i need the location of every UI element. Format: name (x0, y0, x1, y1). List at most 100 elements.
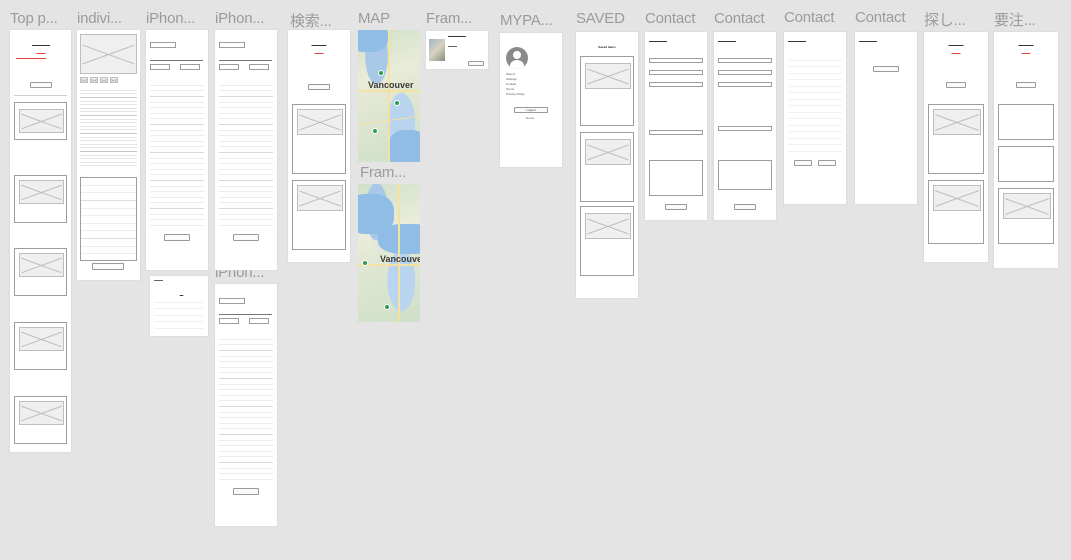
filter-checkbox-list[interactable] (219, 334, 273, 484)
saved-card-1[interactable] (580, 56, 634, 126)
filter-checkbox-list[interactable] (150, 80, 204, 230)
thumbnail[interactable] (90, 77, 98, 83)
frame-individual[interactable] (77, 30, 140, 280)
search-result-card-2[interactable] (292, 180, 346, 250)
frame-search[interactable]: ▬▬▬▬▬ ▬▬▬ (288, 30, 350, 262)
frame-top-card-3[interactable] (14, 248, 67, 296)
frame-saved[interactable]: Saved Items (576, 32, 638, 298)
yochu-card-3[interactable] (998, 188, 1054, 244)
yochu-card-2[interactable] (998, 146, 1054, 182)
frame-label-contact-4[interactable]: Contact (855, 9, 905, 26)
date-field[interactable] (718, 126, 772, 131)
frame-label-contact-2[interactable]: Contact (714, 10, 764, 27)
frame-top-page[interactable]: ▬▬▬▬▬▬ ▬▬▬ ▬▬▬▬▬▬▬▬▬▬ (10, 30, 71, 452)
max-input[interactable] (180, 64, 200, 70)
message-field[interactable] (649, 160, 703, 196)
map-frame-2[interactable]: Vancouver (358, 184, 420, 322)
send-button[interactable] (665, 204, 687, 210)
frame-label-search[interactable]: 検索... (290, 10, 332, 31)
frame-top-card-4[interactable] (14, 322, 67, 370)
frame-iphone-3[interactable] (215, 284, 277, 526)
search-button[interactable] (308, 84, 330, 90)
frame-iphone-2[interactable] (215, 30, 277, 270)
saved-card-3[interactable] (580, 206, 634, 276)
frame-label-yochu[interactable]: 要注... (994, 9, 1036, 30)
email-field[interactable] (649, 70, 703, 75)
frame-label-individual[interactable]: indivi... (77, 10, 122, 27)
submit-button[interactable] (818, 160, 836, 166)
listing-button[interactable] (468, 61, 484, 66)
frame-label-mypage[interactable]: MYPA... (500, 12, 553, 29)
frame-label-contact-1[interactable]: Contact (645, 10, 695, 27)
map-pin-icon[interactable] (378, 70, 384, 76)
max-input[interactable] (249, 318, 269, 324)
frame-top-card-2[interactable] (14, 175, 67, 223)
search-result-card-1[interactable] (292, 104, 346, 174)
name-field[interactable] (649, 58, 703, 63)
select-field[interactable] (219, 42, 245, 48)
map-frame[interactable]: Vancouver (358, 30, 420, 162)
date-field[interactable] (649, 130, 703, 135)
sagashi-search-button[interactable] (946, 82, 966, 88)
map-pin-icon[interactable] (362, 260, 368, 266)
back-button[interactable] (794, 160, 812, 166)
frame-sagashi[interactable]: ▬▬▬▬▬ ▬▬▬ (924, 32, 988, 262)
map-pin-icon[interactable] (384, 304, 390, 310)
sagashi-card-1[interactable] (928, 104, 984, 174)
frame-contact-2[interactable]: ▬▬▬▬▬▬ (714, 32, 776, 220)
min-input[interactable] (150, 64, 170, 70)
min-input[interactable] (219, 318, 239, 324)
frame-contact-1[interactable]: ▬▬▬▬▬▬ (645, 32, 707, 220)
message-field[interactable] (718, 160, 772, 190)
thumbnail[interactable] (100, 77, 108, 83)
frame-label-frame-1[interactable]: Fram... (426, 10, 472, 27)
home-link[interactable]: Home (526, 116, 534, 121)
email-field[interactable] (718, 70, 772, 75)
frame-label-saved[interactable]: SAVED (576, 10, 625, 27)
map-pin-icon[interactable] (394, 100, 400, 106)
yochu-search-button[interactable] (1016, 82, 1036, 88)
logout-button[interactable]: Logout (514, 107, 548, 113)
frame-top-search-button[interactable] (30, 82, 52, 88)
yochu-card-1[interactable] (998, 104, 1054, 140)
placeholder-image (933, 109, 981, 135)
send-button[interactable] (734, 204, 756, 210)
frame-iphone-1[interactable] (146, 30, 208, 270)
frame-label-contact-3[interactable]: Contact (784, 9, 834, 26)
frame-contact-3[interactable]: ▬▬▬▬▬▬ (784, 32, 846, 204)
frame-top-card-1[interactable] (14, 102, 67, 140)
calendar-grid[interactable] (154, 296, 204, 332)
frame-label-frame-2[interactable]: Fram... (360, 164, 406, 181)
frame-label-sagashi[interactable]: 探し... (924, 9, 966, 30)
apply-button[interactable] (164, 234, 190, 241)
frame-label-iphone-2[interactable]: iPhon... (215, 10, 264, 27)
frame-top-card-5[interactable] (14, 396, 67, 444)
phone-field[interactable] (718, 82, 772, 87)
select-field[interactable] (219, 298, 245, 304)
max-input[interactable] (249, 64, 269, 70)
contact-button[interactable] (92, 263, 124, 270)
frame-label-map[interactable]: MAP (358, 10, 390, 27)
apply-button[interactable] (233, 488, 259, 495)
select-field[interactable] (150, 42, 176, 48)
frame-contact-4[interactable]: ▬▬▬▬▬▬ (855, 32, 917, 204)
frame-calendar[interactable]: ▬▬▬ (150, 276, 208, 336)
placeholder-image (297, 185, 343, 211)
min-input[interactable] (219, 64, 239, 70)
apply-button[interactable] (233, 234, 259, 241)
saved-card-2[interactable] (580, 132, 634, 202)
frame-label-iphone-1[interactable]: iPhon... (146, 10, 195, 27)
thumbnail[interactable] (110, 77, 118, 83)
filter-checkbox-list[interactable] (219, 80, 273, 230)
frame-listing-card[interactable]: ▬▬▬▬▬▬ ▬▬▬ (426, 31, 488, 69)
sagashi-card-2[interactable] (928, 180, 984, 244)
name-field[interactable] (718, 58, 772, 63)
frame-mypage[interactable]: Saved Settings Contact Terms Privacy Pol… (500, 33, 562, 167)
top-page-button[interactable] (873, 66, 899, 72)
phone-field[interactable] (649, 82, 703, 87)
thumbnail[interactable] (80, 77, 88, 83)
map-pin-icon[interactable] (372, 128, 378, 134)
frame-yochu[interactable]: ▬▬▬▬▬ ▬▬▬ (994, 32, 1058, 268)
frame-label-top[interactable]: Top p... (10, 10, 58, 27)
mypage-item-privacy[interactable]: Privacy Policy (506, 92, 525, 97)
